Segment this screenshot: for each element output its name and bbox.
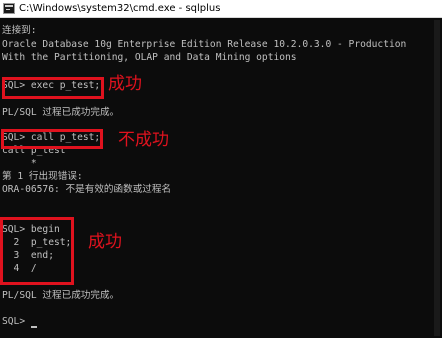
terminal-output[interactable]: 连接到: Oracle Database 10g Enterprise Edit… — [2, 25, 432, 338]
terminal-line: PL/SQL 过程已成功完成。 — [2, 107, 120, 118]
annotation-success: 成功 — [88, 232, 122, 252]
terminal-line: Oracle Database 10g Enterprise Edition R… — [2, 39, 407, 50]
highlight-exec-command — [2, 77, 104, 99]
console-app-icon — [3, 3, 15, 14]
annotation-success: 成功 — [108, 74, 142, 94]
title-bar[interactable]: C:\Windows\system32\cmd.exe - sqlplus — [0, 0, 442, 18]
terminal-line: With the Partitioning, OLAP and Data Min… — [2, 52, 297, 63]
terminal-prompt: SQL> — [2, 316, 31, 327]
terminal-line: 连接到: — [2, 25, 37, 36]
terminal-line: * — [2, 158, 37, 169]
terminal-line: 第 1 行出现错误: — [2, 171, 83, 182]
terminal-line: PL/SQL 过程已成功完成。 — [2, 290, 120, 301]
highlight-call-command — [1, 129, 103, 149]
text-cursor — [31, 326, 37, 328]
scrollbar-thumb[interactable] — [434, 20, 440, 336]
vertical-scrollbar[interactable] — [432, 18, 442, 338]
terminal-line: ORA-06576: 不是有效的函数或过程名 — [2, 184, 172, 195]
window-title: C:\Windows\system32\cmd.exe - sqlplus — [19, 3, 221, 14]
cmd-window: C:\Windows\system32\cmd.exe - sqlplus 连接… — [0, 0, 442, 338]
highlight-begin-block — [0, 217, 74, 285]
annotation-failure: 不成功 — [118, 130, 169, 150]
